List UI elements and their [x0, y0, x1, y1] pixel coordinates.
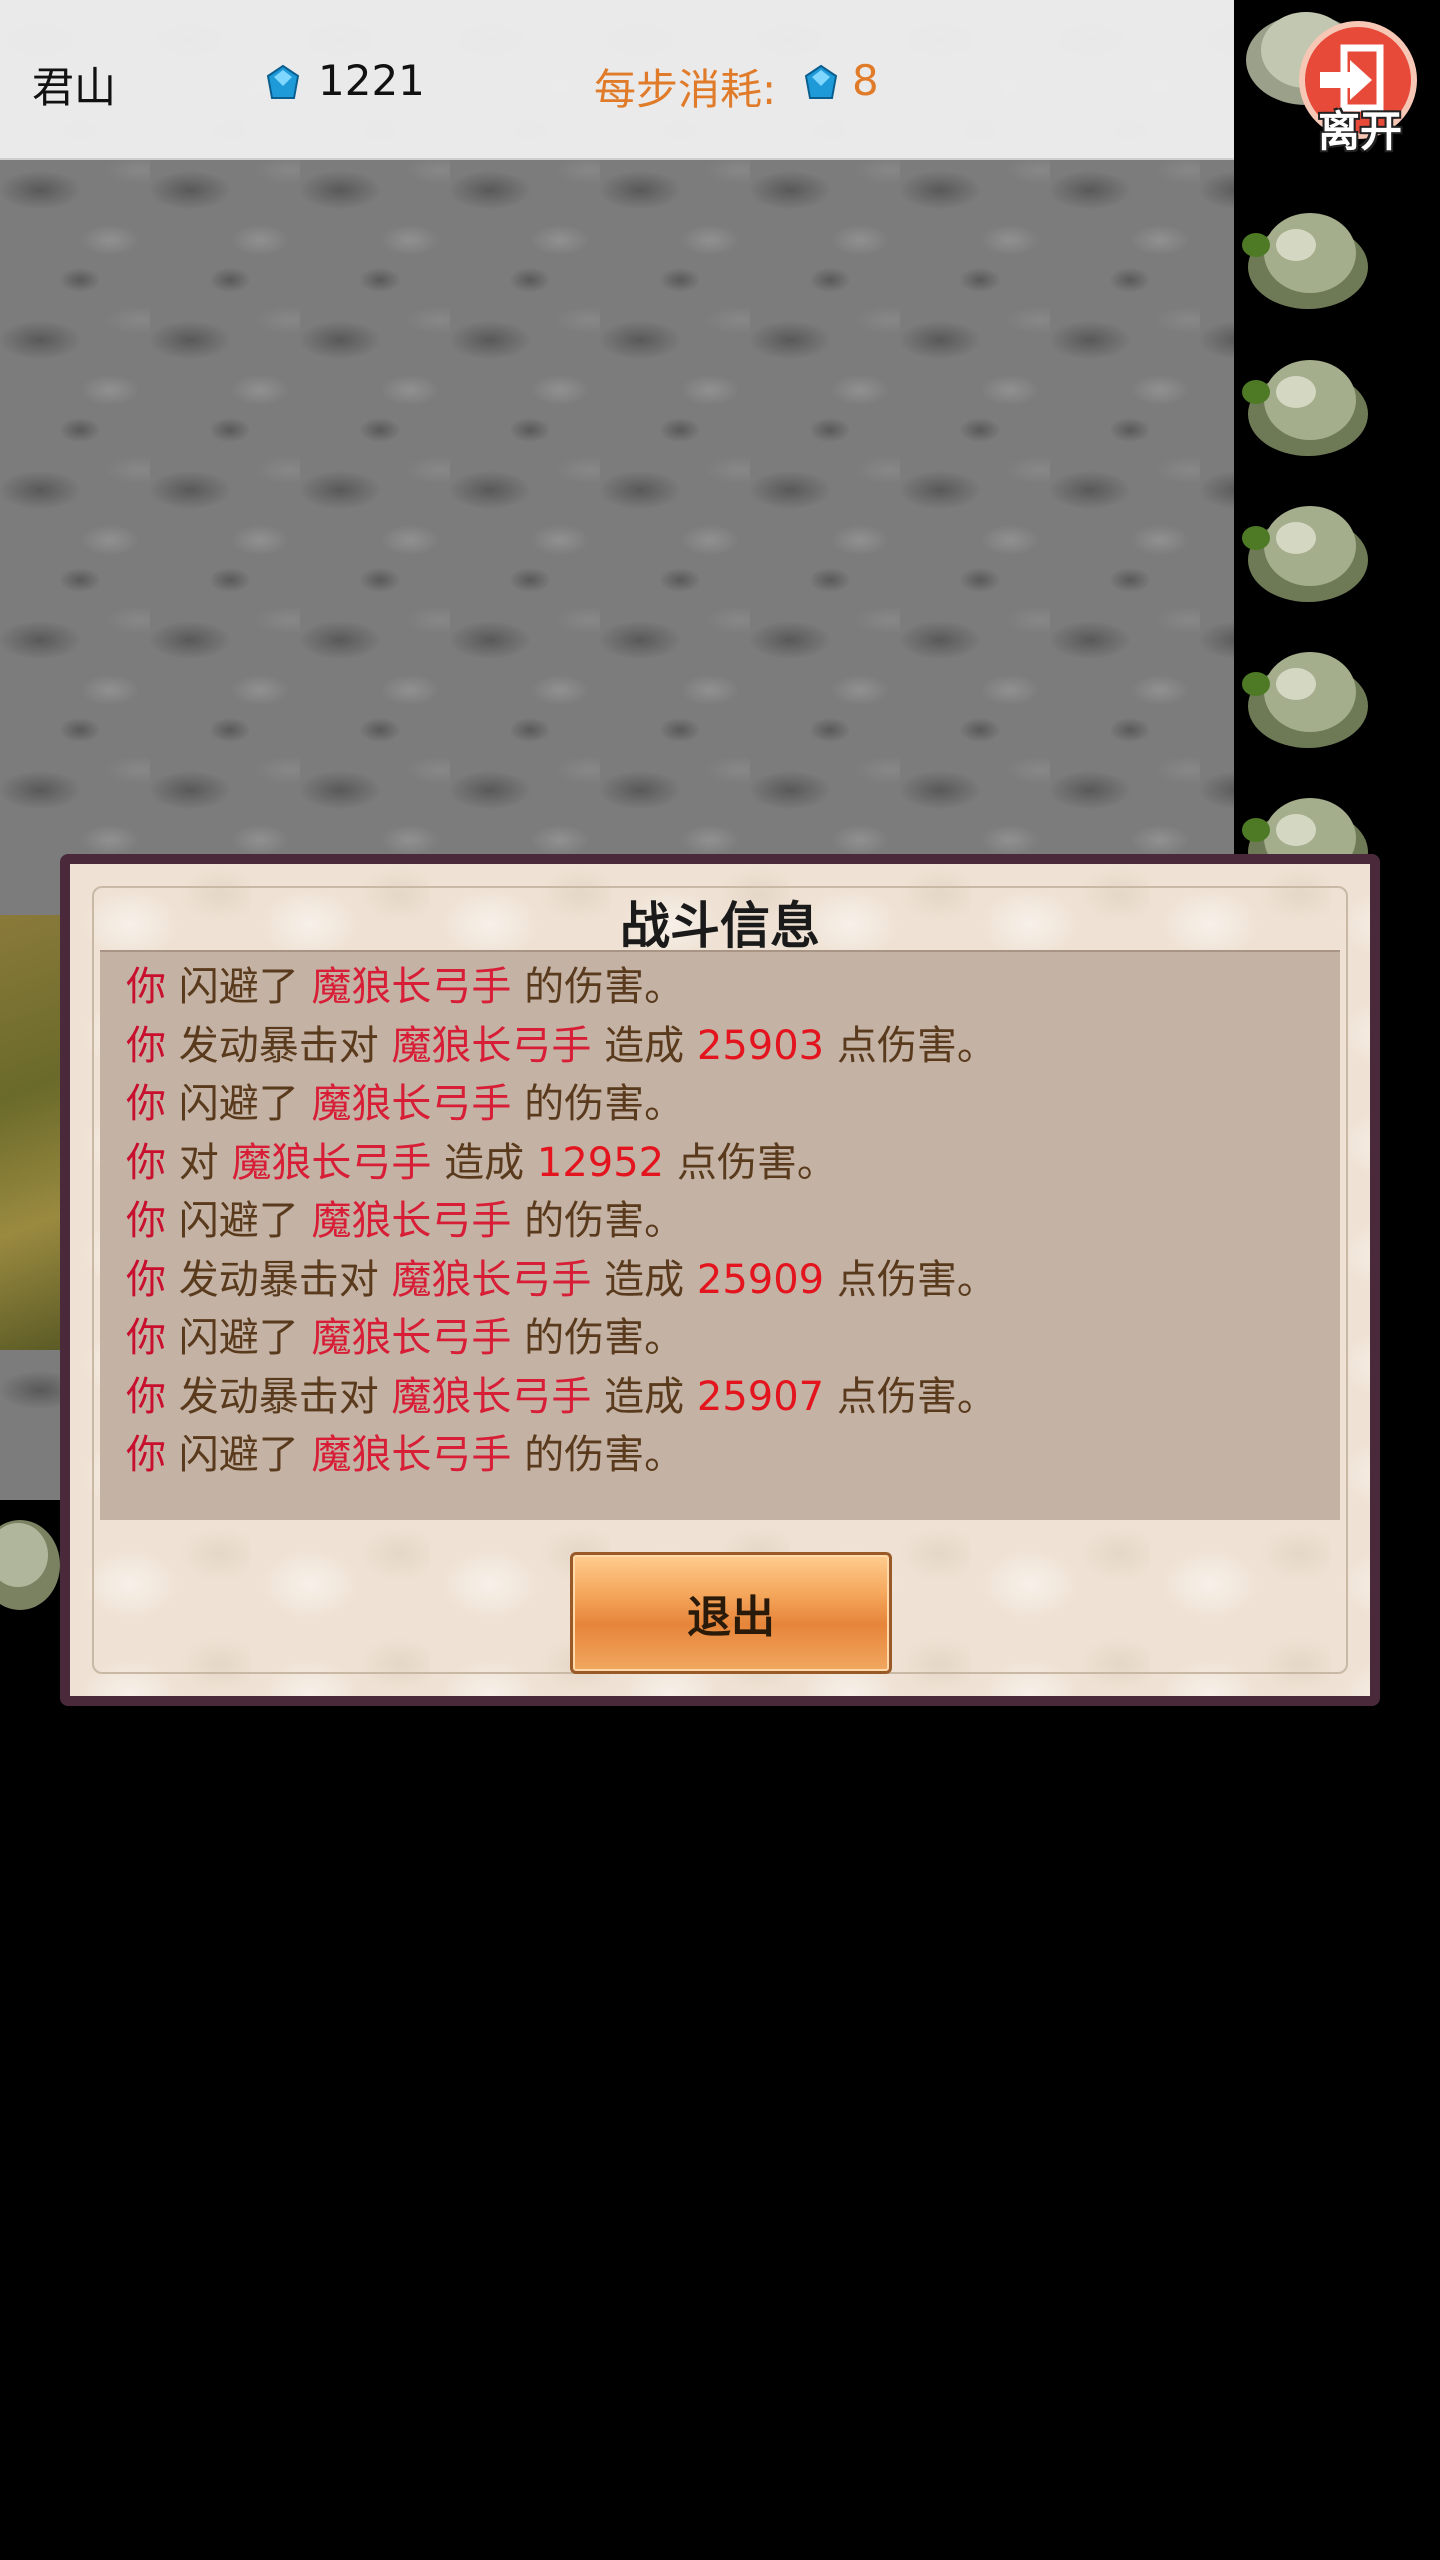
log-verb: 闪避了	[178, 1432, 299, 1478]
dialog-panel: 战斗信息 你 闪避了 魔狼长弓手 的伤害。 你 发动暴击对 魔狼长弓手 造成 2…	[70, 864, 1370, 1696]
top-bar: 君山 1221 每步消耗: 8	[0, 0, 1234, 160]
log-actor: 你	[126, 1022, 166, 1069]
log-actor: 你	[126, 1432, 166, 1478]
log-line: 你 对 魔狼长弓手 造成 12952 点伤害。	[100, 1134, 1340, 1193]
log-line: 你 闪避了 魔狼长弓手 的伤害。	[100, 1192, 1340, 1251]
gem-icon	[266, 64, 300, 99]
log-mid: 造成	[604, 1022, 685, 1069]
log-verb: 发动暴击对	[178, 1373, 379, 1420]
gem-icon	[804, 64, 838, 99]
log-damage: 25907	[696, 1373, 825, 1420]
gem-count: 1221	[318, 56, 425, 105]
log-enemy: 魔狼长弓手	[311, 1081, 512, 1127]
log-tail: 的伤害。	[524, 1432, 685, 1478]
log-enemy: 魔狼长弓手	[311, 964, 512, 1010]
rock-icon	[1242, 506, 1368, 602]
log-enemy: 魔狼长弓手	[311, 1315, 512, 1361]
location-name: 君山	[32, 63, 117, 112]
log-tail: 的伤害。	[524, 1198, 685, 1244]
exit-button[interactable]: 退出	[570, 1552, 892, 1674]
log-verb: 对	[178, 1139, 219, 1186]
battle-dialog: 战斗信息 你 闪避了 魔狼长弓手 的伤害。 你 发动暴击对 魔狼长弓手 造成 2…	[60, 854, 1380, 1706]
log-tail: 点伤害。	[836, 1373, 997, 1420]
log-enemy: 魔狼长弓手	[391, 1022, 592, 1069]
log-tail: 的伤害。	[524, 964, 685, 1010]
log-tail: 点伤害。	[836, 1022, 997, 1069]
log-line: 你 发动暴击对 魔狼长弓手 造成 25907 点伤害。	[100, 1368, 1340, 1427]
log-actor: 你	[126, 1373, 166, 1420]
log-line: 你 发动暴击对 魔狼长弓手 造成 25903 点伤害。	[100, 1017, 1340, 1076]
battle-log: 你 闪避了 魔狼长弓手 的伤害。 你 发动暴击对 魔狼长弓手 造成 25903 …	[100, 950, 1340, 1520]
log-line: 你 发动暴击对 魔狼长弓手 造成 25909 点伤害。	[100, 1251, 1340, 1310]
log-actor: 你	[126, 964, 166, 1010]
log-damage: 25903	[696, 1022, 825, 1069]
log-enemy: 魔狼长弓手	[311, 1432, 512, 1478]
log-verb: 发动暴击对	[178, 1256, 379, 1303]
log-tail: 的伤害。	[524, 1315, 685, 1361]
log-line: 你 闪避了 魔狼长弓手 的伤害。	[100, 1075, 1340, 1134]
log-actor: 你	[126, 1198, 166, 1244]
log-actor: 你	[126, 1256, 166, 1303]
log-actor: 你	[126, 1139, 166, 1186]
log-mid: 造成	[444, 1139, 525, 1186]
log-enemy: 魔狼长弓手	[231, 1139, 432, 1186]
dialog-title: 战斗信息	[620, 897, 820, 955]
log-line: 你 闪避了 魔狼长弓手 的伤害。	[100, 958, 1340, 1017]
log-mid: 造成	[604, 1373, 685, 1420]
log-tail: 点伤害。	[676, 1139, 837, 1186]
log-verb: 闪避了	[178, 1081, 299, 1127]
rock-icon	[1242, 360, 1368, 456]
log-enemy: 魔狼长弓手	[391, 1373, 592, 1420]
rock-icon	[1242, 213, 1368, 309]
log-damage: 12952	[536, 1139, 665, 1186]
log-verb: 闪避了	[178, 1315, 299, 1361]
log-actor: 你	[126, 1081, 166, 1127]
log-tail: 点伤害。	[836, 1256, 997, 1303]
log-line: 你 闪避了 魔狼长弓手 的伤害。	[100, 1426, 1340, 1485]
log-enemy: 魔狼长弓手	[391, 1256, 592, 1303]
log-verb: 发动暴击对	[178, 1022, 379, 1069]
log-tail: 的伤害。	[524, 1081, 685, 1127]
log-mid: 造成	[604, 1256, 685, 1303]
step-cost-value: 8	[852, 56, 879, 105]
log-line: 你 闪避了 魔狼长弓手 的伤害。	[100, 1309, 1340, 1368]
log-enemy: 魔狼长弓手	[311, 1198, 512, 1244]
rock-icon	[0, 1520, 60, 1610]
rock-icon	[1242, 652, 1368, 748]
step-cost-label: 每步消耗:	[594, 65, 777, 114]
log-verb: 闪避了	[178, 1198, 299, 1244]
log-actor: 你	[126, 1315, 166, 1361]
log-verb: 闪避了	[178, 964, 299, 1010]
log-damage: 25909	[696, 1256, 825, 1303]
leave-button-label[interactable]: 离开	[1300, 98, 1420, 159]
